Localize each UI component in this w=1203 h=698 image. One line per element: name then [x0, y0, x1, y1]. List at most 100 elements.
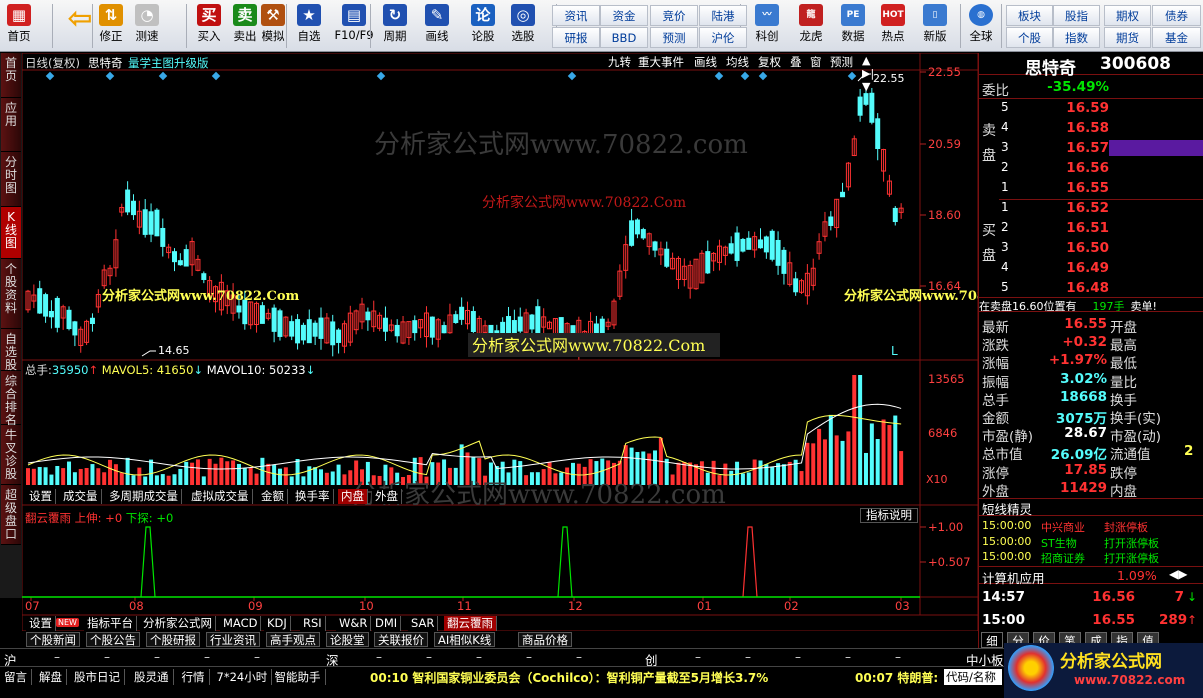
elf-stock[interactable]: 中兴商业: [1041, 519, 1085, 535]
chart-tool-窗[interactable]: 窗: [810, 54, 822, 70]
quick-button-研报[interactable]: 研报: [552, 27, 600, 48]
left-tab-综合排名[interactable]: 综合排名: [1, 371, 21, 427]
status-link-解盘[interactable]: 解盘: [39, 669, 67, 685]
candle-body: [875, 118, 881, 150]
新版-button[interactable]: ▯ 新版: [916, 2, 954, 50]
market-button-股指[interactable]: 股指: [1053, 5, 1100, 26]
elf-stock[interactable]: ST生物: [1041, 535, 1077, 551]
elf-stock[interactable]: 招商证券: [1041, 550, 1085, 566]
left-tab-K线图[interactable]: K线图: [1, 207, 21, 259]
indicator-tab-分析家公式网[interactable]: 分析家公式网: [140, 616, 216, 631]
indicator-tab-SAR[interactable]: SAR: [408, 616, 439, 631]
全球-button[interactable]: ◍ 全球: [962, 2, 1000, 50]
indicator-tab-W&R[interactable]: W&R: [336, 616, 372, 631]
left-tab-超级盘口[interactable]: 超级盘口: [1, 485, 21, 545]
market-button-债券[interactable]: 债券: [1152, 5, 1201, 26]
status-link-股市日记[interactable]: 股市日记: [74, 669, 125, 685]
volume-bar: [90, 464, 95, 485]
quick-button-陆港[interactable]: 陆港: [699, 5, 747, 26]
chart-tool-画线[interactable]: 画线: [694, 54, 717, 70]
status-link-7*24小时[interactable]: 7*24小时: [217, 669, 273, 685]
news-tab-个股研报[interactable]: 个股研报: [146, 632, 200, 647]
indicator-tab-翻云覆雨[interactable]: 翻云覆雨: [444, 616, 497, 631]
news-tab-个股新闻[interactable]: 个股新闻: [26, 632, 80, 647]
market-button-基金[interactable]: 基金: [1152, 27, 1201, 48]
kline-chart-area[interactable]: 22.55 20.59 18.60 16.64 13565 6846 X10 +1.00 +0.…: [22, 53, 978, 631]
quick-button-预测[interactable]: 预测: [650, 27, 698, 48]
code-search-input[interactable]: 代码/名称: [944, 669, 1002, 685]
画线-button[interactable]: ✎ 画线: [420, 2, 454, 50]
news-tab-行业资讯[interactable]: 行业资讯: [206, 632, 260, 647]
indicator-tab-RSI[interactable]: RSI: [300, 616, 326, 631]
quick-button-竞价[interactable]: 竞价: [650, 5, 698, 26]
首页-button[interactable]: ▦ 首页: [2, 2, 36, 50]
volume-tab-多周期成交量[interactable]: 多周期成交量: [106, 489, 182, 504]
left-tab-牛叉诊股[interactable]: 牛叉诊股: [1, 425, 21, 485]
indicator-tab-指标平台[interactable]: 指标平台: [84, 616, 137, 631]
status-link-智能助手[interactable]: 智能助手: [275, 669, 326, 685]
修正-button[interactable]: ⇅ 修正: [94, 2, 128, 50]
quick-button-资金[interactable]: 资金: [600, 5, 648, 26]
chart-tool-叠[interactable]: 叠: [790, 54, 802, 70]
indicator-tab-设置[interactable]: 设置: [26, 616, 56, 631]
indicator-help-button[interactable]: 指标说明: [860, 508, 918, 523]
volume-tab-金额[interactable]: 金额: [258, 489, 288, 504]
clock-icon: ◔: [135, 4, 159, 26]
volume-tab-外盘[interactable]: 外盘: [372, 489, 402, 504]
market-button-个股[interactable]: 个股: [1006, 27, 1053, 48]
market-button-期权[interactable]: 期权: [1104, 5, 1151, 26]
indicator-tab-DMI[interactable]: DMI: [372, 616, 402, 631]
status-link-留言[interactable]: 留言: [4, 669, 32, 685]
status-link-行情[interactable]: 行情: [182, 669, 210, 685]
news-tab-关联报价[interactable]: 关联报价: [374, 632, 428, 647]
周期-button[interactable]: ↻ 周期: [378, 2, 412, 50]
overlay-indicator-label[interactable]: 量学主图升级版: [128, 55, 209, 71]
news-tab-个股公告[interactable]: 个股公告: [86, 632, 140, 647]
chart-tool-预测[interactable]: 预测: [830, 54, 853, 70]
kline-chart-svg[interactable]: 22.5520.5918.6016.64135656846X10+1.00+0.…: [22, 53, 978, 631]
news-tab-AI相似K线[interactable]: AI相似K线: [434, 632, 496, 647]
chart-tool-重大事件[interactable]: 重大事件: [638, 54, 684, 70]
news-tab-高手观点[interactable]: 高手观点: [266, 632, 320, 647]
market-button-期货[interactable]: 期货: [1104, 27, 1151, 48]
market-button-板块[interactable]: 板块: [1006, 5, 1053, 26]
volume-tab-设置[interactable]: 设置: [26, 489, 56, 504]
volume-tab-内盘[interactable]: 内盘: [338, 489, 368, 504]
news-ticker-2[interactable]: 00:07 特朗普:: [855, 669, 938, 686]
market-button-指数[interactable]: 指数: [1053, 27, 1100, 48]
买入-button[interactable]: 买买入: [192, 2, 226, 50]
quick-button-BBD[interactable]: BBD: [600, 27, 648, 48]
left-tab-个股资料[interactable]: 个股资料: [1, 259, 21, 329]
测速-button[interactable]: ◔ 测速: [130, 2, 164, 50]
模拟-button[interactable]: ⚒ 模拟: [256, 2, 290, 50]
news-tab-商品价格[interactable]: 商品价格: [518, 632, 572, 647]
quick-button-资讯[interactable]: 资讯: [552, 5, 600, 26]
chart-tool-九转[interactable]: 九转: [608, 54, 631, 70]
数据-button[interactable]: PE 数据: [834, 2, 872, 50]
volume-tab-成交量[interactable]: 成交量: [60, 489, 102, 504]
indicator-tab-KDJ[interactable]: KDJ: [264, 616, 291, 631]
volume-tab-换手率[interactable]: 换手率: [292, 489, 334, 504]
candle-body: [775, 239, 781, 266]
科创-button[interactable]: 〰科创: [748, 2, 786, 50]
chart-tool-复权[interactable]: 复权: [758, 54, 781, 70]
选股-button[interactable]: ◎ 选股: [506, 2, 540, 50]
论股-button[interactable]: 论论股: [466, 2, 500, 50]
left-tab-分时图[interactable]: 分时图: [1, 152, 21, 207]
indicator-tab-MACD[interactable]: MACD: [220, 616, 262, 631]
chart-tool-均线[interactable]: 均线: [726, 54, 749, 70]
龙虎-button[interactable]: 龍龙虎: [792, 2, 830, 50]
volume-bar: [799, 471, 804, 485]
left-tab-自选股[interactable]: 自选股: [1, 329, 21, 372]
left-tab-应用[interactable]: 应用: [1, 98, 21, 152]
热点-button[interactable]: HOT 热点: [874, 2, 912, 50]
detail-tab-细[interactable]: 细: [981, 632, 1003, 648]
status-link-股灵通[interactable]: 股灵通: [134, 669, 174, 685]
scroll-arrows-icon[interactable]: ◀▶: [1169, 567, 1187, 581]
自选-button[interactable]: ★ 自选: [292, 2, 326, 50]
left-tab-首页[interactable]: 首页: [1, 53, 21, 98]
quick-button-沪伦[interactable]: 沪伦: [699, 27, 747, 48]
volume-tab-虚拟成交量[interactable]: 虚拟成交量: [188, 489, 253, 504]
news-tab-论股堂[interactable]: 论股堂: [326, 632, 369, 647]
news-ticker[interactable]: 00:10 智利国家铜业委员会（Cochilco）：智利铜产量截至5月增长3.7…: [370, 669, 768, 686]
